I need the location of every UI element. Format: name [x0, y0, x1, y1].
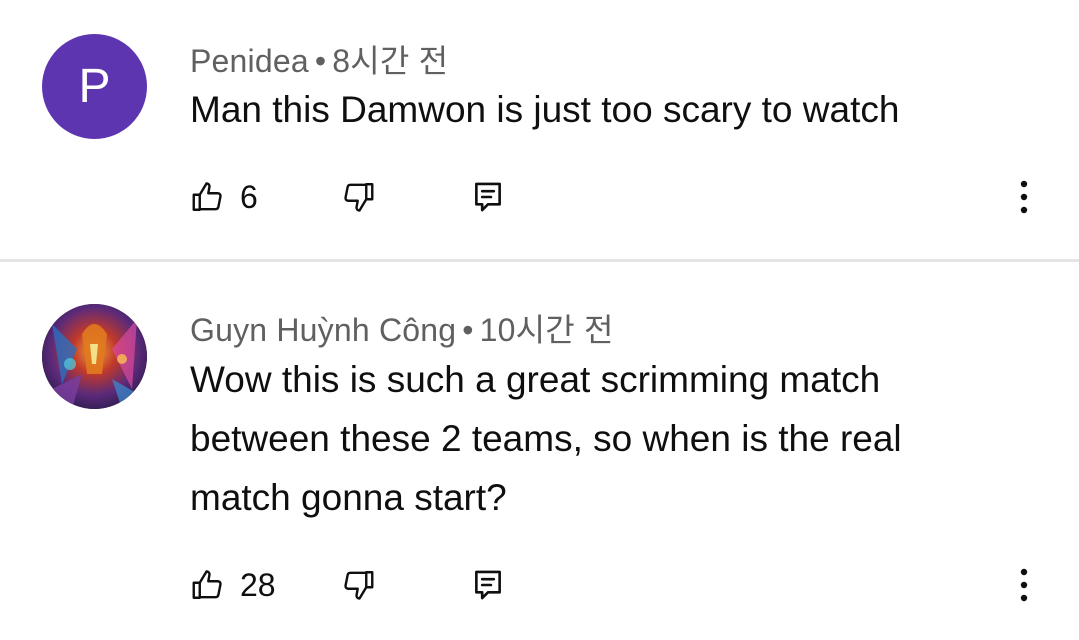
thumbs-up-icon [190, 179, 226, 215]
comment-item: Guyn Huỳnh Công • 10시간 전 Wow this is such … [0, 262, 1079, 640]
thumbs-down-icon [340, 567, 376, 603]
reply-icon [472, 567, 504, 603]
avatar-image [42, 304, 147, 409]
comment-meta: Guyn Huỳnh Công • 10시간 전 [190, 305, 614, 351]
thumbs-up-icon [190, 567, 226, 603]
avatar-letter: P [78, 60, 111, 113]
reply-button[interactable] [472, 172, 504, 222]
author-name[interactable]: Guyn Huỳnh Công [190, 312, 456, 348]
like-button[interactable]: 6 [190, 172, 258, 222]
comment-actions: 28 [190, 560, 1079, 610]
more-options-button[interactable] [1020, 172, 1028, 222]
more-vert-icon [1020, 568, 1028, 602]
meta-separator: • [314, 43, 327, 79]
like-button[interactable]: 28 [190, 560, 276, 610]
like-count: 28 [240, 566, 276, 603]
comment-text: Man this Damwon is just too scary to wat… [190, 89, 900, 130]
comment-actions: 6 [190, 172, 1079, 222]
comment-item: P Penidea • 8시간 전 Man this Damwon is just … [0, 0, 1079, 260]
comment-text: Wow this is such a great scrimming match… [190, 359, 902, 518]
thumbs-down-icon [340, 179, 376, 215]
meta-separator: • [462, 312, 474, 348]
author-name[interactable]: Penidea [190, 43, 309, 79]
reply-button[interactable] [472, 560, 504, 610]
comment-time[interactable]: 8시간 전 [332, 43, 448, 79]
comment-time[interactable]: 10시간 전 [480, 312, 614, 348]
reply-icon [472, 179, 504, 215]
comment-meta: Penidea • 8시간 전 [190, 36, 448, 82]
more-options-button[interactable] [1020, 560, 1028, 610]
more-vert-icon [1020, 180, 1028, 214]
dislike-button[interactable] [340, 172, 376, 222]
avatar[interactable] [42, 304, 147, 409]
like-count: 6 [240, 178, 258, 215]
avatar[interactable]: P [42, 34, 147, 139]
dislike-button[interactable] [340, 560, 376, 610]
